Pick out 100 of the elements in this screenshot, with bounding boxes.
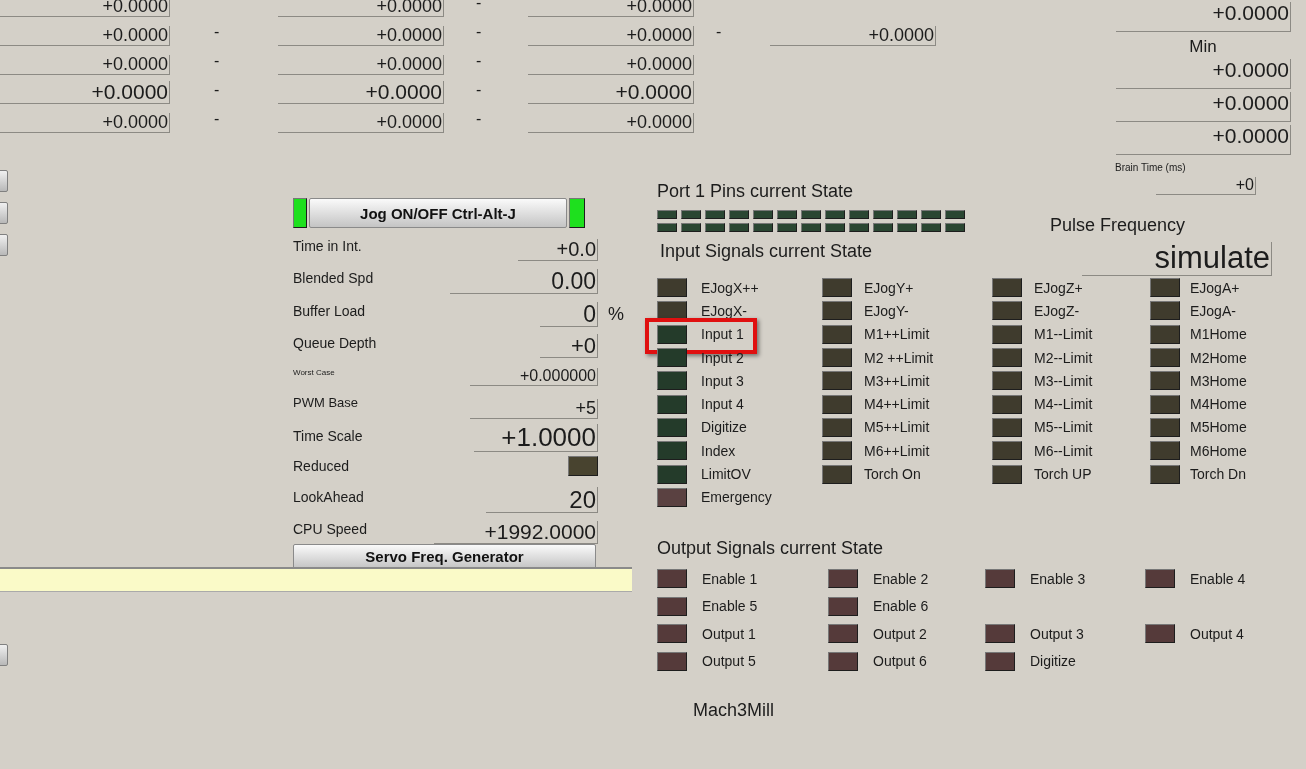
value-field: +0.0000	[278, 80, 444, 104]
signal-label: EJogX-	[701, 302, 747, 319]
value-field: +0.0000	[278, 0, 444, 17]
signal-label: Torch On	[864, 466, 921, 482]
dash-label: -	[213, 51, 221, 70]
signal-label: EJogA+	[1190, 279, 1240, 296]
dash-label: -	[715, 22, 723, 41]
signal-label: M2 ++Limit	[864, 349, 934, 366]
value-field: +0.0000	[278, 26, 444, 46]
value-field: +0.0000	[528, 80, 694, 104]
signal-label: M1--Limit	[1034, 326, 1093, 343]
signal-label: Digitize	[1030, 653, 1076, 670]
signal-label: M1++Limit	[864, 326, 930, 343]
signal-label: Output 3	[1030, 625, 1084, 642]
dash-label: -	[475, 51, 483, 70]
signal-label: M5Home	[1190, 419, 1247, 436]
servo-freq-button[interactable]: Servo Freq. Generator	[293, 544, 596, 569]
profile-label: Mach3Mill	[693, 700, 775, 721]
signal-label: EJogY+	[864, 279, 914, 296]
signal-label: M3Home	[1190, 372, 1247, 389]
signal-label: Torch UP	[1034, 466, 1092, 482]
signal-label: M4Home	[1190, 396, 1247, 413]
signal-label: Enable 6	[873, 598, 929, 615]
signal-label: Input 1	[701, 326, 744, 343]
signal-label: EJogZ+	[1034, 279, 1083, 296]
value-field: +0.0000	[528, 113, 694, 133]
signal-label: M3++Limit	[864, 372, 930, 389]
value-field: +0.0000	[0, 80, 170, 104]
jog-toggle-button[interactable]: Jog ON/OFF Ctrl-Alt-J	[309, 198, 567, 228]
signal-label: Input 4	[701, 396, 744, 413]
dash-label: -	[213, 80, 221, 99]
signal-label: Output 1	[702, 625, 756, 642]
signal-label: M4++Limit	[864, 396, 930, 413]
signal-label: Output 6	[873, 653, 927, 670]
value-field: +0.0000	[1116, 92, 1291, 122]
stat-label: LookAhead	[293, 488, 365, 505]
value-field: +0.0000	[278, 113, 444, 133]
stat-label: Blended Spd	[293, 269, 375, 286]
dash-label: -	[475, 80, 483, 99]
signal-label: Output 2	[873, 625, 927, 642]
signal-label: M6++Limit	[864, 442, 930, 459]
stat-label: PWM Base	[293, 395, 359, 410]
pulse-frequency-label: Pulse Frequency	[1050, 215, 1186, 236]
value-field: simulate	[1082, 242, 1272, 276]
value-field: +0.0000	[0, 0, 170, 17]
value-field: +0.0000	[528, 55, 694, 75]
value-field: +0	[540, 333, 598, 358]
brain-time-label: Brain Time (ms)	[1115, 162, 1186, 173]
section-title: Output Signals current State	[657, 538, 884, 559]
section-title: Input Signals current State	[660, 241, 873, 262]
signal-label: LimitOV	[701, 466, 751, 482]
signal-label: Enable 2	[873, 570, 929, 587]
signal-label: M6--Limit	[1034, 442, 1093, 459]
signal-label: M2--Limit	[1034, 349, 1093, 366]
min-label: Min	[1189, 37, 1217, 57]
signal-label: Output 5	[702, 653, 756, 670]
value-field: +0.0	[518, 239, 598, 261]
value-field: +0.0000	[0, 26, 170, 46]
value-field: +5	[470, 399, 598, 419]
stat-label: Time in Int.	[293, 237, 363, 254]
value-field: +0.0000	[278, 55, 444, 75]
dash-label: -	[475, 22, 483, 41]
signal-label: Digitize	[701, 419, 747, 436]
signal-label: M6Home	[1190, 442, 1247, 459]
signal-label: M5--Limit	[1034, 419, 1093, 436]
dash-label: -	[475, 109, 483, 128]
signal-label: Emergency	[701, 489, 772, 506]
value-field: 20	[486, 486, 598, 513]
stat-label: Worst Case	[293, 367, 336, 377]
signal-label: EJogY-	[864, 302, 909, 319]
value-field: +0.0000	[770, 26, 936, 46]
value-field: +0.0000	[0, 55, 170, 75]
signal-label: Torch Dn	[1190, 466, 1247, 482]
signal-label: Enable 3	[1030, 570, 1086, 587]
signal-label: M4--Limit	[1034, 396, 1093, 413]
signal-label: M2Home	[1190, 349, 1247, 366]
unit-label: %	[608, 304, 624, 325]
signal-label: EJogA-	[1190, 302, 1236, 319]
dash-label: -	[213, 22, 221, 41]
stat-label: Reduced	[293, 458, 351, 474]
section-title: Port 1 Pins current State	[657, 181, 854, 202]
signal-label: Enable 4	[1190, 570, 1246, 587]
signal-label: M1Home	[1190, 326, 1247, 343]
stat-label: CPU Speed	[293, 520, 368, 537]
value-field: +0.0000	[1116, 2, 1291, 32]
signal-label: M5++Limit	[864, 419, 930, 436]
signal-label: EJogX++	[701, 279, 759, 296]
value-field: +0.0000	[528, 0, 694, 17]
value-field: +0.0000	[1116, 59, 1291, 89]
signal-label: Enable 5	[702, 598, 758, 615]
stat-label: Buffer Load	[293, 302, 367, 319]
dash-label: -	[213, 109, 221, 128]
dash-label: -	[475, 0, 483, 12]
value-field: +1.0000	[474, 423, 598, 452]
value-field: +0.000000	[470, 368, 598, 386]
signal-label: Input 3	[701, 372, 744, 389]
signal-label: M3--Limit	[1034, 372, 1093, 389]
stat-label: Time Scale	[293, 427, 364, 444]
signal-label: EJogZ-	[1034, 302, 1080, 319]
signal-label: Enable 1	[702, 570, 758, 587]
